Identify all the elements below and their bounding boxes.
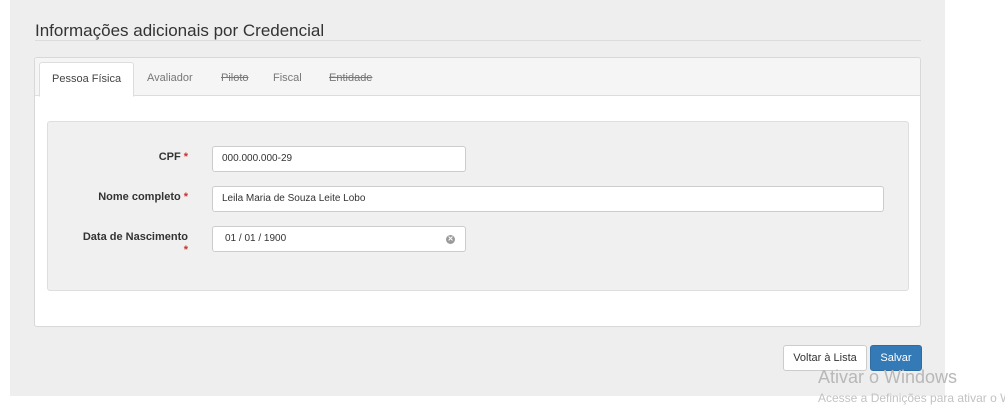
tab-label: Piloto [221, 72, 249, 84]
nascimento-label-text: Data de Nascimento [82, 231, 188, 243]
date-value: 01 / 01 / 1900 [225, 233, 287, 244]
tab-label: Pessoa Física [52, 73, 122, 85]
tab-avaliador[interactable]: Avaliador [135, 58, 205, 96]
tab-pessoa-fisica[interactable]: Pessoa Física [39, 62, 135, 97]
clear-icon[interactable]: ✕ [446, 235, 455, 244]
nascimento-date-input[interactable]: 01 / 01 / 1900 ✕ [212, 226, 466, 252]
cpf-input[interactable]: 000.000.000-29 [212, 146, 466, 172]
tab-piloto[interactable]: Piloto [209, 58, 261, 96]
tab-fiscal[interactable]: Fiscal [261, 58, 314, 96]
nome-label: Nome completo * [98, 191, 188, 203]
credential-card: Pessoa Física Avaliador Piloto Fiscal En… [34, 57, 921, 327]
nome-label-text: Nome completo [98, 191, 181, 203]
tab-entidade[interactable]: Entidade [317, 58, 384, 96]
cpf-label: CPF * [159, 151, 188, 163]
cpf-label-text: CPF [158, 151, 181, 163]
title-divider [35, 40, 921, 41]
windows-activation-hint: Acesse a Definições para ativar o Window… [818, 391, 1005, 405]
required-mark: * [183, 151, 188, 163]
tab-label: Entidade [329, 72, 373, 84]
tab-label: Fiscal [273, 72, 302, 84]
required-mark: * [183, 244, 188, 256]
required-mark: * [183, 191, 188, 203]
tab-bar: Pessoa Física Avaliador Piloto Fiscal En… [35, 58, 920, 97]
nascimento-label: Data de Nascimento * [83, 231, 188, 257]
page-title: Informações adicionais por Credencial [35, 21, 325, 40]
windows-activation-watermark: Ativar o Windows [818, 367, 958, 387]
form-well: CPF * 000.000.000-29 Nome completo * Leila… [47, 121, 909, 291]
nome-input[interactable]: Leila Maria de Souza Leite Lobo [212, 186, 884, 212]
tab-label: Avaliador [147, 72, 193, 84]
